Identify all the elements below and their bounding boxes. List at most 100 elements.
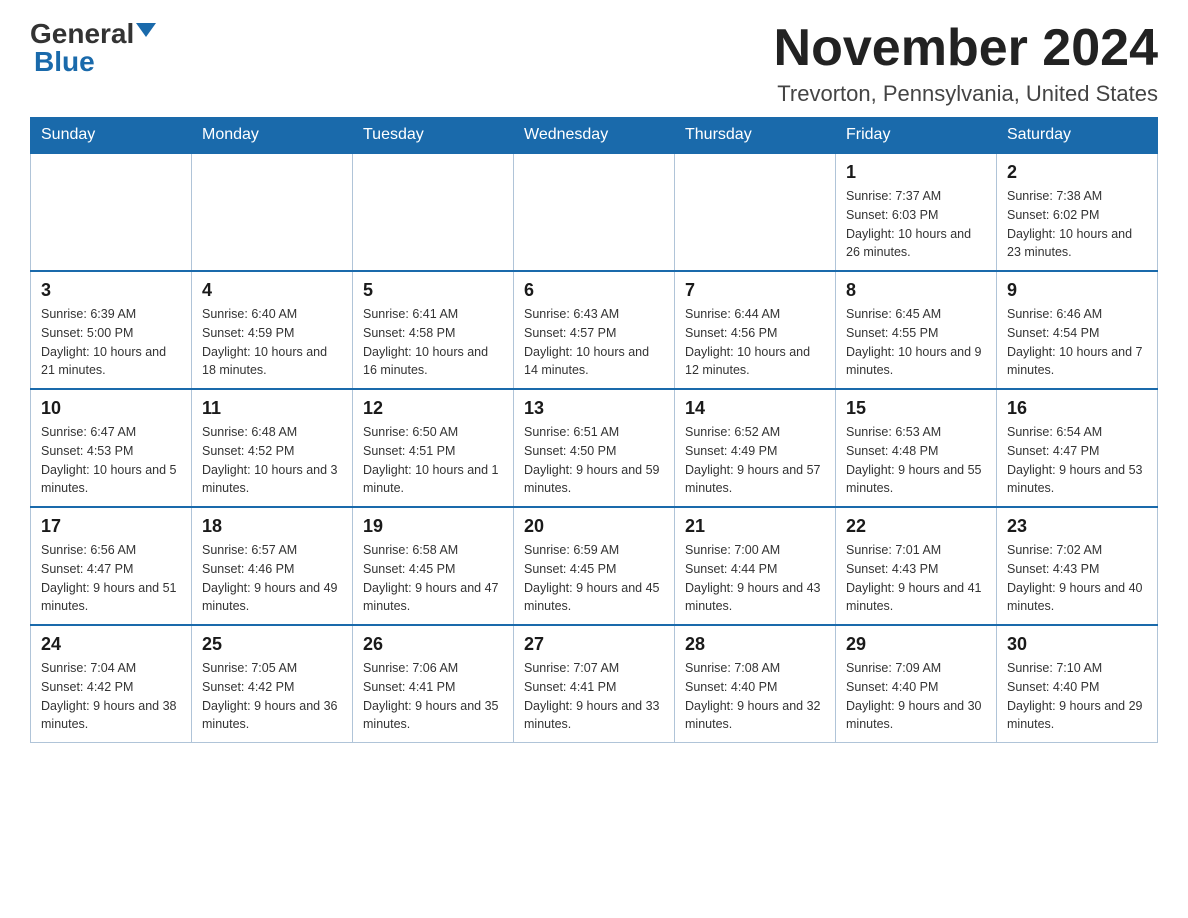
logo-general: General bbox=[30, 20, 134, 48]
day-number: 25 bbox=[202, 634, 342, 655]
calendar-cell: 22 Sunrise: 7:01 AMSunset: 4:43 PMDayligh… bbox=[836, 507, 997, 625]
day-info: Sunrise: 7:38 AMSunset: 6:02 PMDaylight:… bbox=[1007, 187, 1147, 262]
day-number: 9 bbox=[1007, 280, 1147, 301]
calendar-cell: 15 Sunrise: 6:53 AMSunset: 4:48 PMDayligh… bbox=[836, 389, 997, 507]
day-info: Sunrise: 6:52 AMSunset: 4:49 PMDaylight:… bbox=[685, 423, 825, 498]
calendar-cell: 16Sunrise: 6:54 AMSunset: 4:47 PMDayligh… bbox=[997, 389, 1158, 507]
day-number: 6 bbox=[524, 280, 664, 301]
calendar-cell: 6Sunrise: 6:43 AMSunset: 4:57 PMDaylight… bbox=[514, 271, 675, 389]
day-number: 22 bbox=[846, 516, 986, 537]
day-info: Sunrise: 7:00 AMSunset: 4:44 PMDaylight:… bbox=[685, 541, 825, 616]
day-info: Sunrise: 7:37 AMSunset: 6:03 PMDaylight:… bbox=[846, 187, 986, 262]
day-number: 17 bbox=[41, 516, 181, 537]
day-info: Sunrise: 6:46 AMSunset: 4:54 PMDaylight:… bbox=[1007, 305, 1147, 380]
day-info: Sunrise: 7:02 AMSunset: 4:43 PMDaylight:… bbox=[1007, 541, 1147, 616]
month-title: November 2024 bbox=[774, 20, 1158, 77]
calendar-cell: 14Sunrise: 6:52 AMSunset: 4:49 PMDayligh… bbox=[675, 389, 836, 507]
calendar-cell bbox=[514, 153, 675, 271]
day-info: Sunrise: 7:09 AMSunset: 4:40 PMDaylight:… bbox=[846, 659, 986, 734]
day-number: 10 bbox=[41, 398, 181, 419]
day-info: Sunrise: 6:58 AMSunset: 4:45 PMDaylight:… bbox=[363, 541, 503, 616]
day-number: 11 bbox=[202, 398, 342, 419]
calendar-cell: 27 Sunrise: 7:07 AMSunset: 4:41 PMDayligh… bbox=[514, 625, 675, 743]
calendar-cell: 13 Sunrise: 6:51 AMSunset: 4:50 PMDayligh… bbox=[514, 389, 675, 507]
logo: General Blue bbox=[30, 20, 156, 76]
day-number: 1 bbox=[846, 162, 986, 183]
calendar-cell: 17 Sunrise: 6:56 AMSunset: 4:47 PMDayligh… bbox=[31, 507, 192, 625]
day-info: Sunrise: 7:06 AMSunset: 4:41 PMDaylight:… bbox=[363, 659, 503, 734]
weekday-header-monday: Monday bbox=[192, 118, 353, 154]
day-info: Sunrise: 6:45 AMSunset: 4:55 PMDaylight:… bbox=[846, 305, 986, 380]
day-number: 26 bbox=[363, 634, 503, 655]
calendar-cell: 18 Sunrise: 6:57 AMSunset: 4:46 PMDayligh… bbox=[192, 507, 353, 625]
calendar-cell: 8 Sunrise: 6:45 AMSunset: 4:55 PMDaylight… bbox=[836, 271, 997, 389]
day-number: 12 bbox=[363, 398, 503, 419]
calendar-cell: 29 Sunrise: 7:09 AMSunset: 4:40 PMDayligh… bbox=[836, 625, 997, 743]
calendar-header-row: SundayMondayTuesdayWednesdayThursdayFrid… bbox=[31, 118, 1158, 154]
day-number: 21 bbox=[685, 516, 825, 537]
day-info: Sunrise: 7:07 AMSunset: 4:41 PMDaylight:… bbox=[524, 659, 664, 734]
day-info: Sunrise: 6:48 AMSunset: 4:52 PMDaylight:… bbox=[202, 423, 342, 498]
calendar-week-row: 17 Sunrise: 6:56 AMSunset: 4:47 PMDayligh… bbox=[31, 507, 1158, 625]
day-info: Sunrise: 6:51 AMSunset: 4:50 PMDaylight:… bbox=[524, 423, 664, 498]
day-number: 13 bbox=[524, 398, 664, 419]
day-number: 8 bbox=[846, 280, 986, 301]
weekday-header-saturday: Saturday bbox=[997, 118, 1158, 154]
calendar-week-row: 24 Sunrise: 7:04 AMSunset: 4:42 PMDayligh… bbox=[31, 625, 1158, 743]
weekday-header-wednesday: Wednesday bbox=[514, 118, 675, 154]
calendar-cell: 2Sunrise: 7:38 AMSunset: 6:02 PMDaylight… bbox=[997, 153, 1158, 271]
location-subtitle: Trevorton, Pennsylvania, United States bbox=[774, 81, 1158, 107]
calendar-cell: 26 Sunrise: 7:06 AMSunset: 4:41 PMDayligh… bbox=[353, 625, 514, 743]
title-section: November 2024 Trevorton, Pennsylvania, U… bbox=[774, 20, 1158, 107]
day-info: Sunrise: 6:41 AMSunset: 4:58 PMDaylight:… bbox=[363, 305, 503, 380]
day-number: 27 bbox=[524, 634, 664, 655]
day-info: Sunrise: 6:56 AMSunset: 4:47 PMDaylight:… bbox=[41, 541, 181, 616]
calendar-cell: 9 Sunrise: 6:46 AMSunset: 4:54 PMDaylight… bbox=[997, 271, 1158, 389]
day-info: Sunrise: 6:53 AMSunset: 4:48 PMDaylight:… bbox=[846, 423, 986, 498]
weekday-header-friday: Friday bbox=[836, 118, 997, 154]
calendar-cell: 25 Sunrise: 7:05 AMSunset: 4:42 PMDayligh… bbox=[192, 625, 353, 743]
day-info: Sunrise: 7:05 AMSunset: 4:42 PMDaylight:… bbox=[202, 659, 342, 734]
weekday-header-thursday: Thursday bbox=[675, 118, 836, 154]
day-number: 3 bbox=[41, 280, 181, 301]
calendar-week-row: 10 Sunrise: 6:47 AMSunset: 4:53 PMDayligh… bbox=[31, 389, 1158, 507]
day-number: 30 bbox=[1007, 634, 1147, 655]
calendar-cell bbox=[353, 153, 514, 271]
day-number: 24 bbox=[41, 634, 181, 655]
weekday-header-sunday: Sunday bbox=[31, 118, 192, 154]
calendar-week-row: 3 Sunrise: 6:39 AMSunset: 5:00 PMDaylight… bbox=[31, 271, 1158, 389]
day-number: 4 bbox=[202, 280, 342, 301]
calendar-cell: 24 Sunrise: 7:04 AMSunset: 4:42 PMDayligh… bbox=[31, 625, 192, 743]
day-number: 29 bbox=[846, 634, 986, 655]
day-number: 19 bbox=[363, 516, 503, 537]
day-info: Sunrise: 6:40 AMSunset: 4:59 PMDaylight:… bbox=[202, 305, 342, 380]
day-number: 5 bbox=[363, 280, 503, 301]
day-info: Sunrise: 6:57 AMSunset: 4:46 PMDaylight:… bbox=[202, 541, 342, 616]
day-info: Sunrise: 7:10 AMSunset: 4:40 PMDaylight:… bbox=[1007, 659, 1147, 734]
page-header: General Blue November 2024 Trevorton, Pe… bbox=[30, 20, 1158, 107]
calendar-cell: 23 Sunrise: 7:02 AMSunset: 4:43 PMDayligh… bbox=[997, 507, 1158, 625]
day-info: Sunrise: 6:44 AMSunset: 4:56 PMDaylight:… bbox=[685, 305, 825, 380]
calendar-cell bbox=[192, 153, 353, 271]
day-number: 15 bbox=[846, 398, 986, 419]
day-info: Sunrise: 7:04 AMSunset: 4:42 PMDaylight:… bbox=[41, 659, 181, 734]
day-info: Sunrise: 7:01 AMSunset: 4:43 PMDaylight:… bbox=[846, 541, 986, 616]
day-number: 18 bbox=[202, 516, 342, 537]
calendar-cell bbox=[31, 153, 192, 271]
day-number: 23 bbox=[1007, 516, 1147, 537]
day-info: Sunrise: 6:50 AMSunset: 4:51 PMDaylight:… bbox=[363, 423, 503, 498]
day-number: 20 bbox=[524, 516, 664, 537]
day-info: Sunrise: 6:59 AMSunset: 4:45 PMDaylight:… bbox=[524, 541, 664, 616]
calendar-cell: 20 Sunrise: 6:59 AMSunset: 4:45 PMDayligh… bbox=[514, 507, 675, 625]
calendar-week-row: 1 Sunrise: 7:37 AMSunset: 6:03 PMDaylight… bbox=[31, 153, 1158, 271]
day-info: Sunrise: 6:54 AMSunset: 4:47 PMDaylight:… bbox=[1007, 423, 1147, 498]
logo-triangle-icon bbox=[136, 23, 156, 37]
day-info: Sunrise: 6:47 AMSunset: 4:53 PMDaylight:… bbox=[41, 423, 181, 498]
day-number: 7 bbox=[685, 280, 825, 301]
day-info: Sunrise: 6:39 AMSunset: 5:00 PMDaylight:… bbox=[41, 305, 181, 380]
calendar-cell: 30 Sunrise: 7:10 AMSunset: 4:40 PMDayligh… bbox=[997, 625, 1158, 743]
calendar-cell: 1 Sunrise: 7:37 AMSunset: 6:03 PMDaylight… bbox=[836, 153, 997, 271]
calendar-cell: 3 Sunrise: 6:39 AMSunset: 5:00 PMDaylight… bbox=[31, 271, 192, 389]
weekday-header-tuesday: Tuesday bbox=[353, 118, 514, 154]
day-info: Sunrise: 7:08 AMSunset: 4:40 PMDaylight:… bbox=[685, 659, 825, 734]
